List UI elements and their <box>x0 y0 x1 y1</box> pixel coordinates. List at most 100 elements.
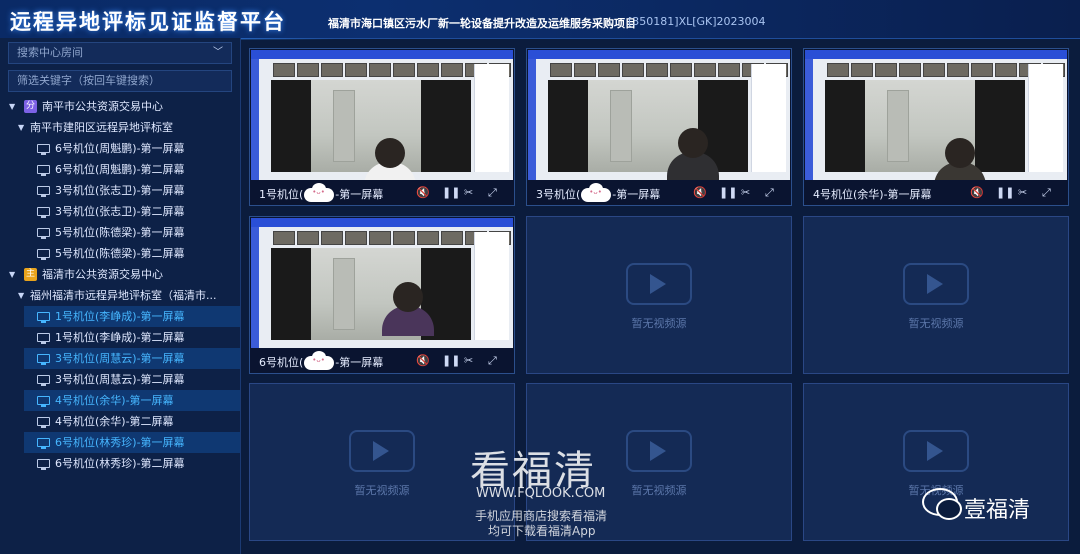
tree-seat-node[interactable]: 6号机位(林秀珍)-第一屏幕 <box>24 432 240 453</box>
mute-icon[interactable]: 🔇 <box>693 186 707 199</box>
video-tile[interactable]: 4号机位(余华)-第一屏幕 🔇 ❚❚ ✂ ⤢ <box>803 48 1069 206</box>
shared-screen-video[interactable] <box>251 50 513 180</box>
tile-label-prefix: 3号机位( <box>536 188 581 201</box>
monitor-icon <box>37 333 50 344</box>
monitor-icon <box>37 375 50 386</box>
pause-icon[interactable]: ❚❚ <box>719 186 737 199</box>
caret-down-icon[interactable]: ▼ <box>18 117 24 138</box>
video-camera-icon <box>349 430 415 472</box>
video-tile[interactable]: 1号机位( -第一屏幕 🔇 ❚❚ ✂ ⤢ <box>249 48 515 206</box>
tile-controls: 6号机位(-第一屏幕 🔇 ❚❚ ✂ ⤢ <box>250 348 514 373</box>
seat-label: 4号机位(余华)-第一屏幕 <box>55 394 174 407</box>
cut-icon[interactable]: ✂ <box>464 354 473 367</box>
fullscreen-icon[interactable]: ⤢ <box>488 354 497 368</box>
watermark-url: WWW.FQLOOK.COM <box>476 486 606 501</box>
no-video-text: 暂无视频源 <box>908 317 964 330</box>
caret-down-icon[interactable]: ▼ <box>9 96 15 117</box>
video-camera-icon <box>903 430 969 472</box>
tree-seat-node[interactable]: 3号机位(张志卫)-第一屏幕 <box>0 180 240 201</box>
shared-screen-video[interactable] <box>251 218 513 348</box>
video-camera-icon <box>903 263 969 305</box>
video-camera-icon <box>626 430 692 472</box>
seat-label: 3号机位(张志卫)-第二屏幕 <box>55 205 185 218</box>
monitor-icon <box>37 396 50 407</box>
tree-room-node[interactable]: ▼ 南平市建阳区远程异地评标室 <box>0 117 240 138</box>
tree-seat-node[interactable]: 6号机位(林秀珍)-第二屏幕 <box>0 453 240 474</box>
caret-down-icon[interactable]: ▼ <box>9 264 15 285</box>
watermark-line2: 均可下载看福清App <box>488 524 596 538</box>
seat-label: 3号机位(周慧云)-第一屏幕 <box>55 352 185 365</box>
mute-icon[interactable]: 🔇 <box>416 186 430 199</box>
room-label: 南平市建阳区远程异地评标室 <box>30 121 173 134</box>
tree-room-node[interactable]: ▼ 福州福清市远程异地评标室（福清市... <box>0 285 240 306</box>
tree-seat-node[interactable]: 3号机位(张志卫)-第二屏幕 <box>0 201 240 222</box>
mute-icon[interactable]: 🔇 <box>416 354 430 367</box>
tree-seat-node[interactable]: 6号机位(周魁鹏)-第二屏幕 <box>0 159 240 180</box>
video-tile[interactable]: 6号机位(-第一屏幕 🔇 ❚❚ ✂ ⤢ <box>249 216 515 374</box>
tree-seat-node[interactable]: 6号机位(周魁鹏)-第一屏幕 <box>0 138 240 159</box>
tile-label-prefix: 1号机位( <box>259 188 304 201</box>
seat-label: 6号机位(周魁鹏)-第一屏幕 <box>55 142 185 155</box>
monitor-icon <box>37 417 50 428</box>
fullscreen-icon[interactable]: ⤢ <box>1042 186 1051 200</box>
video-camera-icon <box>626 263 692 305</box>
tree-seat-node[interactable]: 4号机位(余华)-第一屏幕 <box>24 390 240 411</box>
tile-label-prefix: 6号机位( <box>259 356 304 369</box>
wechat-account-name: 壹福清 <box>964 498 1031 523</box>
project-name: 福清市海口镇区污水厂新一轮设备提升改造及运维服务采购项目 <box>328 17 636 30</box>
chevron-down-icon[interactable]: ﹀ <box>213 43 223 63</box>
seat-label: 1号机位(李峥成)-第一屏幕 <box>55 310 185 323</box>
tree-seat-node[interactable]: 3号机位(周慧云)-第二屏幕 <box>0 369 240 390</box>
tree-seat-node[interactable]: 5号机位(陈德梁)-第一屏幕 <box>0 222 240 243</box>
pause-icon[interactable]: ❚❚ <box>442 186 460 199</box>
tree-center-node[interactable]: ▼ 分南平市公共资源交易中心 <box>0 96 240 117</box>
no-video-text: 暂无视频源 <box>631 317 687 330</box>
pause-icon[interactable]: ❚❚ <box>442 354 460 367</box>
tile-label-suffix: -第一屏幕 <box>335 188 384 201</box>
keyword-filter-input[interactable]: 筛选关键字（按回车键搜索） <box>8 70 232 92</box>
monitor-icon <box>37 144 50 155</box>
mute-icon[interactable]: 🔇 <box>970 186 984 199</box>
shared-screen-video[interactable] <box>805 50 1067 180</box>
redaction-sticker-icon <box>304 351 335 370</box>
cut-icon[interactable]: ✂ <box>741 186 750 199</box>
keyword-filter-placeholder: 筛选关键字（按回车键搜索） <box>17 74 160 87</box>
seat-label: 6号机位(周魁鹏)-第二屏幕 <box>55 163 185 176</box>
seat-label: 5号机位(陈德梁)-第一屏幕 <box>55 226 185 239</box>
tile-controls: 1号机位( -第一屏幕 🔇 ❚❚ ✂ ⤢ <box>250 180 514 205</box>
video-grid: 1号机位(-第一屏幕🔇❚❚✂⤢3号机位(-第一屏幕🔇❚❚✂⤢4号机位(余华)-第… <box>240 38 1080 554</box>
tile-label: 3号机位(-第一屏幕 <box>536 183 660 202</box>
cut-icon[interactable]: ✂ <box>464 186 473 199</box>
video-tile[interactable]: 3号机位(-第一屏幕 🔇 ❚❚ ✂ ⤢ <box>526 48 792 206</box>
room-search-select[interactable]: 搜索中心房间 ﹀ <box>8 42 232 64</box>
monitor-icon <box>37 186 50 197</box>
monitor-icon <box>37 228 50 239</box>
pause-icon[interactable]: ❚❚ <box>996 186 1014 199</box>
center-badge: 主 <box>24 268 37 281</box>
cut-icon[interactable]: ✂ <box>1018 186 1027 199</box>
seat-label: 3号机位(周慧云)-第二屏幕 <box>55 373 185 386</box>
monitor-icon <box>37 249 50 260</box>
seat-label: 6号机位(林秀珍)-第一屏幕 <box>55 436 185 449</box>
tree-seat-node[interactable]: 1号机位(李峥成)-第二屏幕 <box>0 327 240 348</box>
tile-controls: 3号机位(-第一屏幕 🔇 ❚❚ ✂ ⤢ <box>527 180 791 205</box>
tree-seat-node[interactable]: 4号机位(余华)-第二屏幕 <box>0 411 240 432</box>
shared-screen-video[interactable] <box>528 50 790 180</box>
fullscreen-icon[interactable]: ⤢ <box>488 186 497 200</box>
redaction-sticker-icon <box>581 183 612 202</box>
tree-seat-node[interactable]: 5号机位(陈德梁)-第二屏幕 <box>0 243 240 264</box>
empty-video-tile: 暂无视频源 <box>803 216 1069 374</box>
fullscreen-icon[interactable]: ⤢ <box>765 186 774 200</box>
tile-label-prefix: 4号机位(余华)-第一屏幕 <box>813 188 932 201</box>
tile-label: 1号机位( -第一屏幕 <box>259 183 384 202</box>
app-title: 远程异地评标见证监督平台 <box>10 6 336 40</box>
seat-label: 1号机位(李峥成)-第二屏幕 <box>55 331 185 344</box>
tile-label: 6号机位(-第一屏幕 <box>259 351 383 370</box>
project-code: [350181]XL[GK]2023004 <box>628 15 766 28</box>
tree-seat-node[interactable]: 1号机位(李峥成)-第一屏幕 <box>24 306 240 327</box>
tree-seat-node[interactable]: 3号机位(周慧云)-第一屏幕 <box>24 348 240 369</box>
tree-center-node[interactable]: ▼ 主福清市公共资源交易中心 <box>0 264 240 285</box>
caret-down-icon[interactable]: ▼ <box>18 285 24 306</box>
seat-label: 5号机位(陈德梁)-第二屏幕 <box>55 247 185 260</box>
center-label: 南平市公共资源交易中心 <box>42 100 163 113</box>
